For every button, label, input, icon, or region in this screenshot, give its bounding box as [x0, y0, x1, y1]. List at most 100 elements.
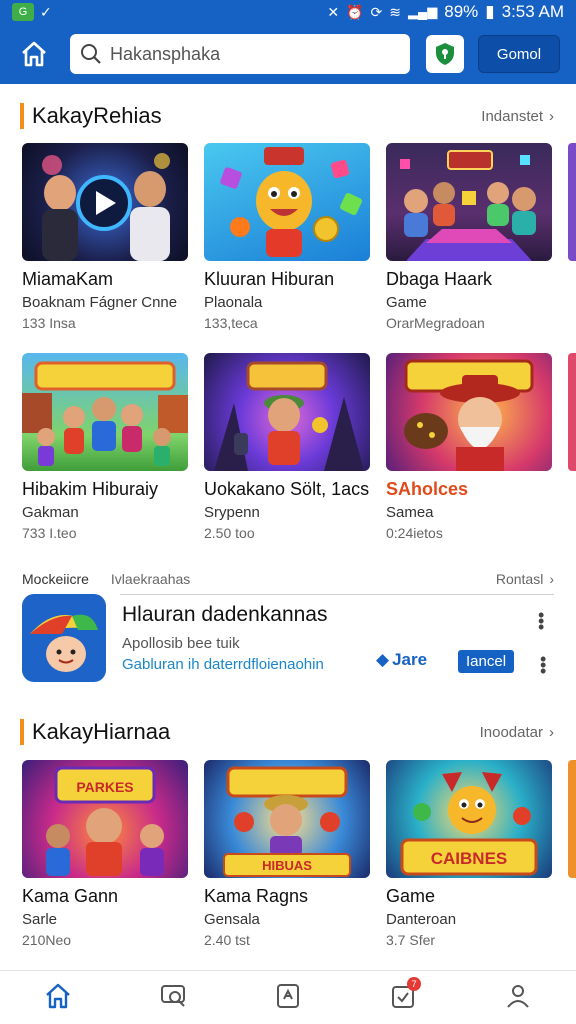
home-icon	[45, 983, 70, 1009]
wifi-icon: ≋	[389, 3, 402, 20]
promo-more-link[interactable]: Rontasl ›	[496, 571, 554, 587]
app-title: Dbaga Haark	[386, 269, 493, 289]
thumb-caption: PARKES	[76, 779, 133, 795]
nav-games[interactable]	[143, 981, 203, 1011]
app-card-row: MiamaKam Boaknam Fágner Cnne 133 Insa Kl…	[22, 143, 552, 331]
app-thumbnail	[386, 143, 552, 261]
sync-icon: ⟳	[370, 3, 383, 20]
featured-app-icon	[22, 594, 106, 682]
app-card[interactable]: Uokakano Sölt, 1acs Srypenn 2.50 too	[204, 353, 370, 541]
section-title: KakayHiarnaa	[20, 719, 170, 745]
see-all-link[interactable]: Inoodatar ›	[480, 724, 554, 741]
nav-apps[interactable]	[258, 981, 318, 1011]
app-thumbnail	[204, 143, 370, 261]
app-title: Kama Gann	[22, 886, 119, 906]
games-icon	[160, 985, 185, 1007]
app-developer: Srypenn	[204, 504, 260, 521]
app-card[interactable]: Dbaga Haark Game OrarMegradoan	[386, 143, 552, 331]
nav-offers[interactable]: 7	[373, 977, 433, 1011]
see-all-label: Inoodatar	[479, 723, 543, 741]
cancel-button[interactable]: Iancel	[458, 650, 515, 673]
home-button[interactable]	[12, 32, 56, 76]
app-thumbnail: CAIBNES	[386, 760, 552, 878]
notification-badge: 7	[407, 977, 422, 991]
app-card[interactable]: Kluuran Hiburan Plaonala 133,teca	[204, 143, 370, 331]
search-input[interactable]	[110, 43, 390, 65]
app-title: Kluuran Hiburan	[204, 269, 335, 289]
featured-app-title: Hlauran dadenkannas	[122, 603, 328, 626]
see-all-link[interactable]: Indanstet ›	[481, 108, 554, 125]
app-card[interactable]: SAholces Samea 0:24ietos	[386, 353, 552, 541]
chevron-right-icon: ›	[549, 107, 554, 125]
bottom-navigation: 7	[0, 970, 576, 1024]
app-header: Gomol	[0, 24, 576, 84]
featured-app-card[interactable]: Hlauran dadenkannas Apollosib bee tuik G…	[22, 592, 554, 684]
app-developer: Danteroan	[386, 911, 457, 928]
share-button[interactable]: ◆ Jare	[376, 650, 427, 670]
share-icon: ◆	[376, 650, 390, 669]
alarm-icon: ⏰	[346, 3, 364, 20]
home-icon	[22, 41, 46, 67]
app-developer: Boaknam Fágner Cnne	[22, 294, 178, 311]
promo-tab-bar: Mockeiicre Ivlaekraahas Rontasl ›	[22, 566, 554, 592]
nav-home[interactable]	[28, 981, 88, 1011]
promo-more-label: Rontasl	[495, 571, 544, 587]
section-title: KakayRehias	[20, 103, 162, 129]
apps-icon	[276, 984, 299, 1008]
app-title: MiamaKam	[22, 269, 114, 289]
search-bar[interactable]	[70, 34, 410, 74]
account-icon	[507, 985, 530, 1008]
app-card[interactable]: Hibakim Hiburaiy Gakman 733 I.teo	[22, 353, 188, 541]
shield-icon	[436, 43, 454, 65]
app-title: SAholces	[386, 479, 469, 499]
notification-icon: ✓	[40, 3, 52, 20]
featured-app-link[interactable]: Gabluran ih daterrdfloienaohin	[122, 656, 362, 673]
thumb-caption: CAIBNES	[431, 849, 508, 868]
app-title: Uokakano Sölt, 1acs	[204, 479, 370, 499]
app-thumbnail: HIBUAS	[204, 760, 370, 878]
mute-icon: ✕	[327, 3, 340, 20]
app-card[interactable]: PARKES Kama Gann Sarle 210Neo	[22, 760, 188, 948]
play-protect-button[interactable]	[426, 35, 464, 73]
app-title: Game	[386, 886, 436, 906]
nav-account[interactable]	[488, 981, 548, 1011]
clock: 3:53 AM	[501, 2, 564, 21]
app-meta: 133,teca	[204, 315, 258, 331]
app-card-peek[interactable]	[568, 143, 576, 261]
promo-tab[interactable]: Mockeiicre	[22, 571, 89, 587]
app-developer: Sarle	[22, 911, 58, 928]
app-card[interactable]: CAIBNES Game Danteroan 3.7 Sfer	[386, 760, 552, 948]
app-meta: 210Neo	[22, 932, 72, 948]
more-options-icon[interactable]: • • •	[538, 606, 544, 636]
promo-tab[interactable]: Ivlaekraahas	[111, 571, 190, 587]
app-card[interactable]: MiamaKam Boaknam Fágner Cnne 133 Insa	[22, 143, 188, 331]
app-card-row: PARKES Kama Gann Sarle 210Neo HIBUAS Kam…	[22, 760, 552, 948]
more-options-icon[interactable]: • • •	[540, 650, 546, 680]
see-all-label: Indanstet	[481, 107, 543, 125]
app-meta: 3.7 Sfer	[386, 932, 436, 948]
app-meta: OrarMegradoan	[386, 315, 485, 331]
app-developer: Plaonala	[204, 294, 263, 311]
section-header: KakayHiarnaa Inoodatar ›	[0, 712, 576, 752]
app-card-row: Hibakim Hiburaiy Gakman 733 I.teo Uokaka…	[22, 353, 552, 541]
app-title: Kama Ragns	[204, 886, 309, 906]
share-label: Jare	[392, 650, 428, 669]
app-meta: 133 Insa	[22, 315, 76, 331]
battery-icon: ▮	[485, 2, 495, 21]
app-developer: Game	[386, 294, 427, 311]
app-meta: 733 I.teo	[22, 525, 77, 541]
header-action-button[interactable]: Gomol	[478, 35, 560, 73]
search-icon	[81, 44, 101, 64]
featured-app-actions: • • • ◆ Jare Iancel • • •	[376, 604, 546, 680]
app-thumbnail: PARKES	[22, 760, 188, 878]
section-title-text: KakayRehias	[32, 103, 162, 128]
app-card-peek[interactable]	[568, 353, 576, 471]
app-developer: Samea	[386, 504, 434, 521]
app-thumbnail	[22, 143, 188, 261]
app-card[interactable]: HIBUAS Kama Ragns Gensala 2.40 tst	[204, 760, 370, 948]
section-accent-bar	[20, 719, 24, 745]
chevron-right-icon: ›	[549, 571, 554, 587]
app-card-peek[interactable]	[568, 760, 576, 878]
app-thumbnail	[204, 353, 370, 471]
chevron-right-icon: ›	[549, 723, 554, 741]
